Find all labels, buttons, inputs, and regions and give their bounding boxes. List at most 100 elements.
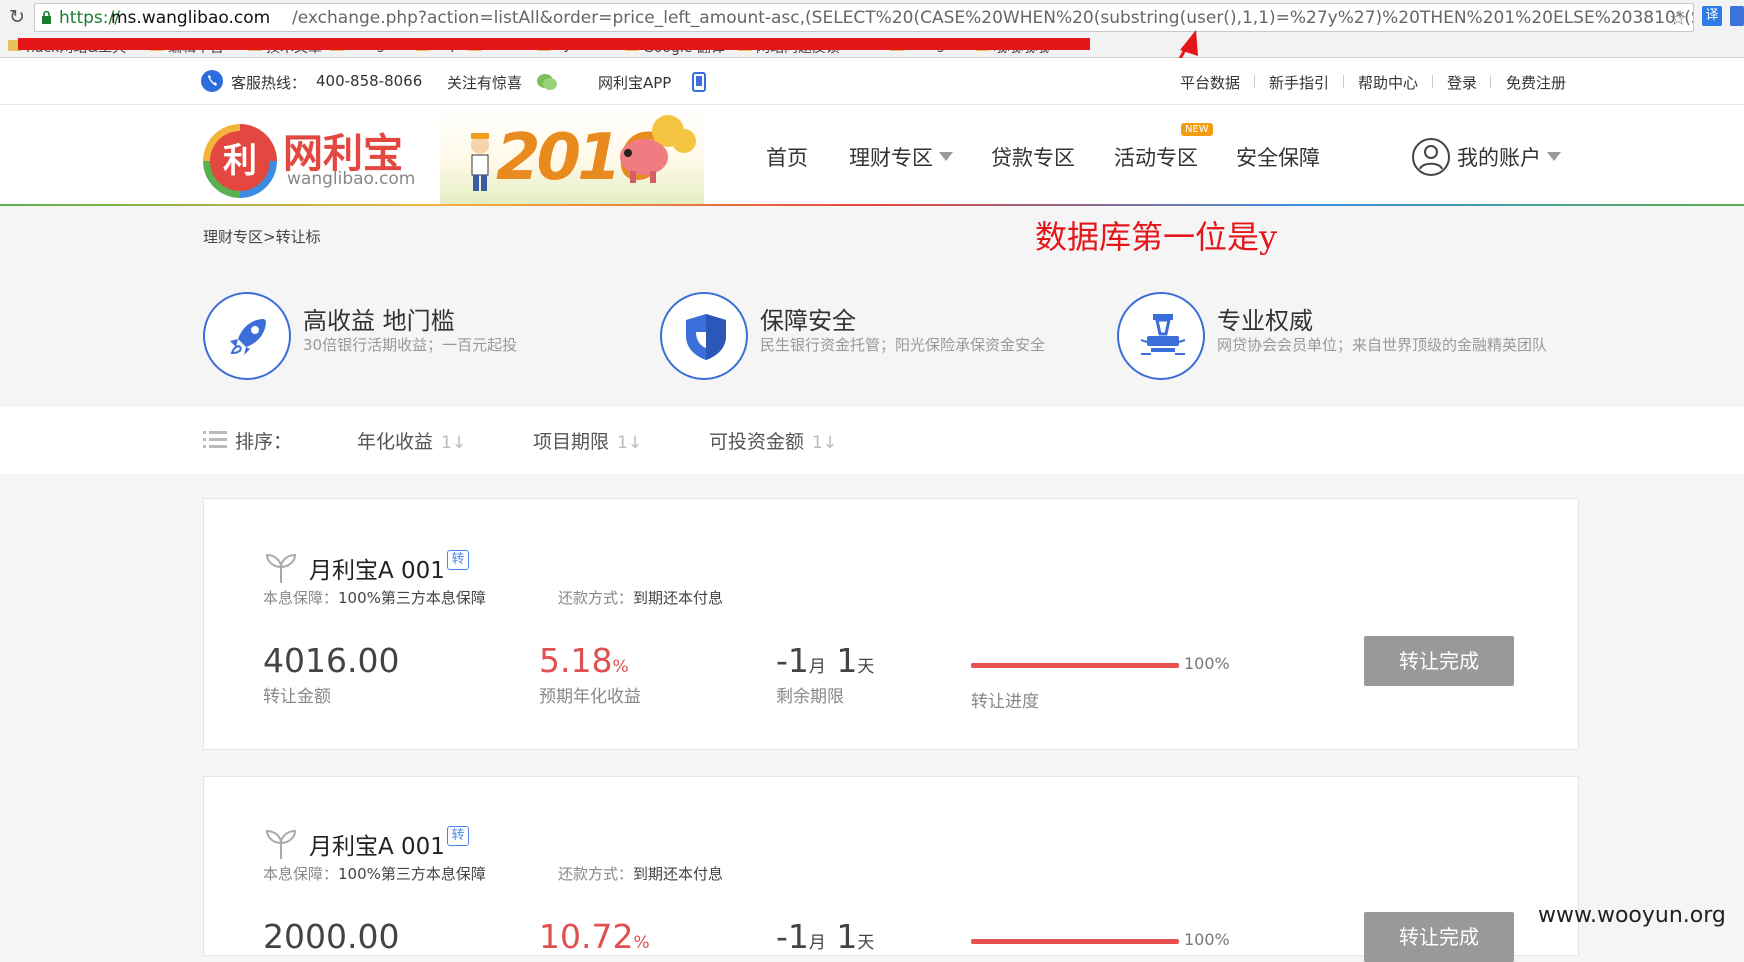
- mobile-icon[interactable]: [692, 72, 706, 92]
- progress-bar: [971, 663, 1179, 668]
- transfer-amount-label: 转让金额: [263, 687, 331, 707]
- transfer-tag: 转: [447, 550, 469, 570]
- stamp-icon: [1140, 314, 1186, 355]
- repay-label: 还款方式：: [558, 589, 634, 607]
- url-path: /exchange.php?action=listAll&order=price…: [292, 8, 1693, 28]
- transfer-amount: 2000.00: [263, 917, 400, 956]
- logo-char: 利: [210, 131, 270, 191]
- seedling-icon: [265, 829, 297, 859]
- topbar-link-platform-data[interactable]: 平台数据: [1180, 72, 1240, 93]
- sort-label: 排序：: [235, 431, 293, 453]
- guarantee-label: 本息保障：: [263, 865, 339, 883]
- progress-track: [971, 939, 1179, 944]
- rate-value: 10.72: [539, 917, 634, 956]
- feature-shield: [660, 292, 748, 380]
- transfer-complete-button[interactable]: 转让完成: [1364, 912, 1514, 962]
- remaining-term: -1月 1天: [776, 641, 874, 680]
- feature-rocket: [203, 292, 291, 380]
- address-bar[interactable]: https:// ms.wanglibao.com /exchange.php?…: [34, 3, 1694, 32]
- breadcrumb[interactable]: 理财专区>转让标: [203, 226, 321, 247]
- repay-value: 到期还本付息: [633, 589, 724, 607]
- repay-info: 还款方式：到期还本付息: [558, 863, 723, 884]
- watermark: www.wooyun.org: [1538, 903, 1726, 928]
- guarantee-info: 本息保障：100%第三方本息保障: [263, 587, 486, 608]
- nav-wealth[interactable]: 理财专区: [849, 142, 953, 172]
- logo-domain: wanglibao.com: [287, 169, 416, 189]
- account-menu[interactable]: 我的账户: [1457, 142, 1561, 172]
- divider: [1343, 75, 1344, 88]
- redaction-bar: [18, 38, 1090, 50]
- divider: [1254, 75, 1255, 88]
- nav-activity[interactable]: 活动专区: [1114, 142, 1198, 172]
- hotline-number: 400-858-8066: [316, 72, 423, 90]
- term-month: -1: [776, 917, 809, 956]
- user-avatar-icon[interactable]: [1411, 137, 1451, 177]
- wechat-icon[interactable]: [536, 72, 558, 92]
- feature-title: 保障安全: [760, 307, 856, 335]
- logo-icon[interactable]: 利: [203, 124, 277, 198]
- topbar-link-login[interactable]: 登录: [1447, 72, 1477, 93]
- app-link[interactable]: 网利宝APP: [598, 72, 671, 93]
- sort-option-label: 年化收益: [357, 431, 434, 453]
- product-card[interactable]: 月利宝A 001 转 本息保障：100%第三方本息保障 还款方式：到期还本付息 …: [203, 776, 1579, 962]
- account-label: 我的账户: [1457, 146, 1541, 170]
- translate-extension-icon[interactable]: 译: [1702, 6, 1722, 26]
- chevron-down-icon: [939, 152, 953, 161]
- sort-icon: 1↓: [812, 433, 838, 453]
- divider: [1432, 75, 1433, 88]
- nav-loans[interactable]: 贷款专区: [991, 142, 1075, 172]
- guarantee-value: 100%第三方本息保障: [338, 865, 486, 883]
- seedling-icon: [265, 553, 297, 583]
- sort-icon: 1↓: [617, 433, 643, 453]
- transfer-complete-button[interactable]: 转让完成: [1364, 636, 1514, 686]
- term-day-unit: 天: [857, 933, 875, 953]
- remaining-term-label: 剩余期限: [776, 687, 844, 707]
- follow-link[interactable]: 关注有惊喜: [447, 72, 522, 93]
- list-icon: [203, 431, 227, 448]
- expected-rate: 5.18%: [539, 641, 629, 680]
- topbar-link-help[interactable]: 帮助中心: [1358, 72, 1418, 93]
- product-title[interactable]: 月利宝A 001: [309, 827, 445, 861]
- feature-subtitle: 30倍银行活期收益；一百元起投: [303, 336, 518, 354]
- chevron-down-icon: [1547, 152, 1561, 161]
- sort-option-label: 项目期限: [533, 431, 610, 453]
- annotation-text: 数据库第一位是y: [1035, 218, 1278, 256]
- nav-security[interactable]: 安全保障: [1236, 142, 1320, 172]
- pig-tree-illustration-icon: [620, 115, 696, 183]
- term-day: 1: [836, 917, 858, 956]
- topbar-link-guide[interactable]: 新手指引: [1269, 72, 1329, 93]
- nav-home[interactable]: 首页: [766, 142, 808, 172]
- progress-text: 100%: [1184, 930, 1230, 949]
- expected-rate-label: 预期年化收益: [539, 687, 641, 707]
- banner-2016: 2016: [440, 107, 704, 205]
- reload-icon[interactable]: ↻: [6, 6, 28, 28]
- extension-icon[interactable]: [1730, 6, 1744, 26]
- product-title[interactable]: 月利宝A 001: [309, 551, 445, 585]
- term-month: -1: [776, 641, 809, 680]
- rate-unit: %: [633, 933, 650, 953]
- remaining-term: -1月 1天: [776, 917, 874, 956]
- product-card[interactable]: 月利宝A 001 转 本息保障：100%第三方本息保障 还款方式：到期还本付息 …: [203, 498, 1579, 750]
- rate-unit: %: [612, 657, 629, 677]
- guarantee-value: 100%第三方本息保障: [338, 589, 486, 607]
- feature-subtitle: 网贷协会会员单位；来自世界顶级的金融精英团队: [1217, 336, 1548, 354]
- bookmark-star-icon[interactable]: ☆: [1669, 6, 1687, 30]
- top-bar: 客服热线： 400-858-8066 关注有惊喜 网利宝APP 平台数据 新手指…: [0, 58, 1744, 105]
- sort-by-yield[interactable]: 年化收益 1↓: [357, 427, 466, 454]
- term-month-unit: 月: [808, 657, 826, 677]
- topbar-link-register[interactable]: 免费注册: [1506, 72, 1566, 93]
- term-day-unit: 天: [857, 657, 875, 677]
- nav-wealth-label: 理财专区: [849, 146, 933, 170]
- rate-value: 5.18: [539, 641, 613, 680]
- boy-illustration-icon: [471, 133, 489, 191]
- sort-by-term[interactable]: 项目期限 1↓: [533, 427, 642, 454]
- divider: [1490, 75, 1491, 88]
- sort-by-amount[interactable]: 可投资金额 1↓: [709, 427, 837, 454]
- sort-option-label: 可投资金额: [709, 431, 805, 453]
- shield-icon: [686, 314, 726, 360]
- progress-track: [971, 663, 1179, 668]
- browser-chrome: ↻ https:// ms.wanglibao.com /exchange.ph…: [0, 0, 1744, 58]
- repay-label: 还款方式：: [558, 865, 634, 883]
- feature-stamp: [1117, 292, 1205, 380]
- site-header: 利 网利宝 wanglibao.com 2016 首页 理财专区 贷款专区 活动…: [0, 105, 1744, 205]
